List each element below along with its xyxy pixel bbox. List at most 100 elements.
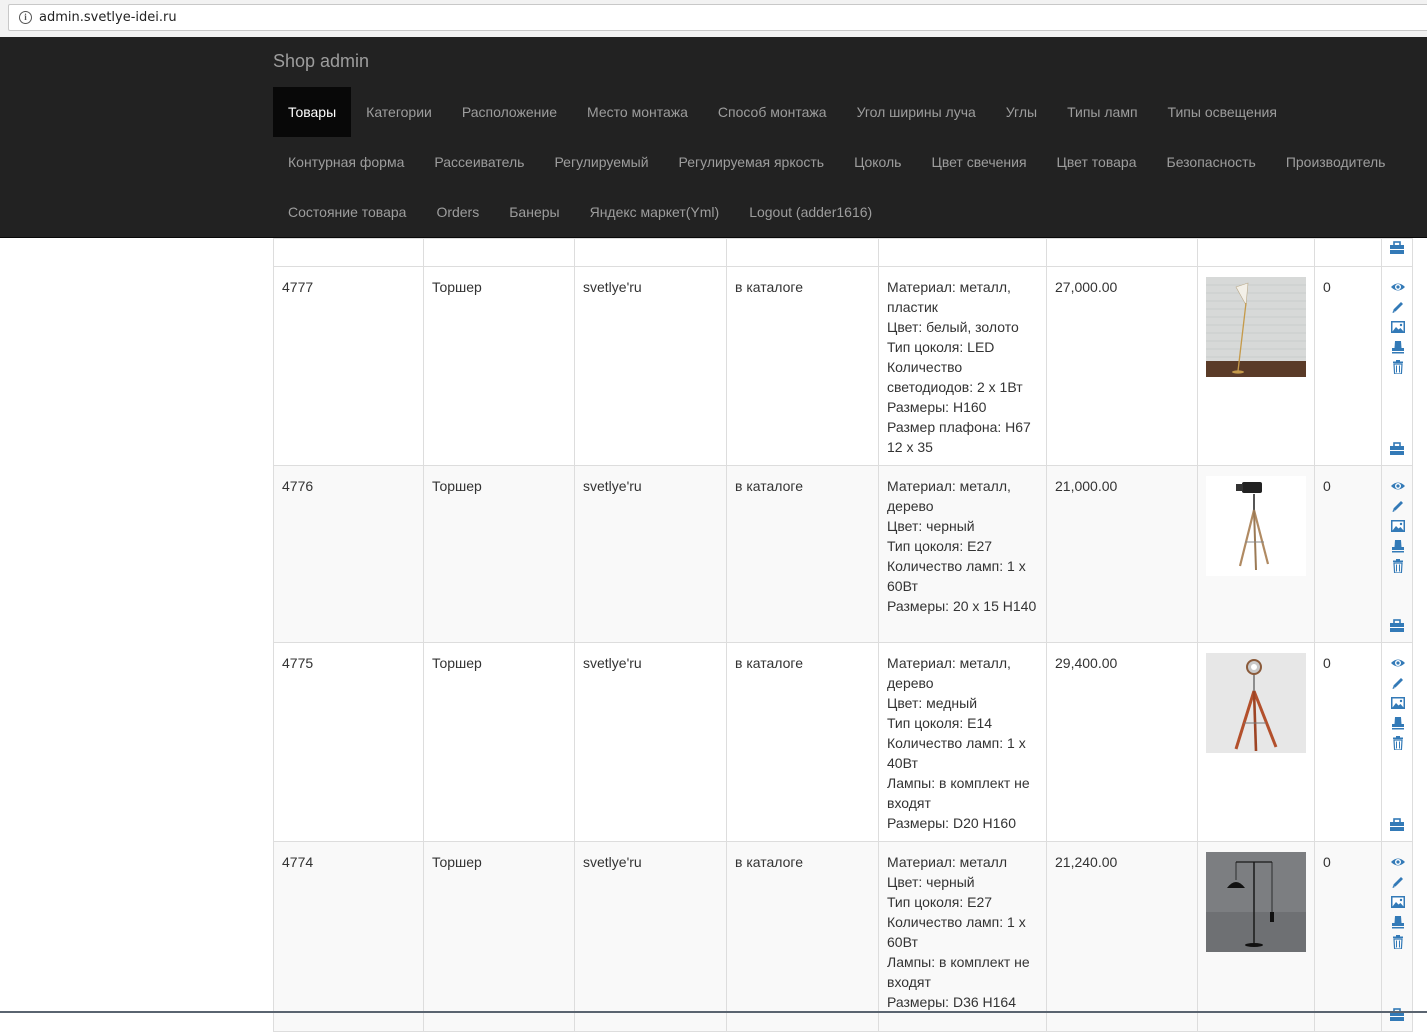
nav-item-15[interactable]: Цвет товара [1042, 137, 1152, 187]
nav-item-16[interactable]: Безопасность [1152, 137, 1271, 187]
nav-item-8[interactable]: Типы освещения [1153, 87, 1292, 137]
url-field[interactable]: i admin.svetlye-idei.ru [8, 4, 1427, 31]
cell-brand: svetlye'ru [574, 642, 727, 842]
cell-id: 4774 [273, 841, 424, 1032]
description-line: светодиодов: 2 x 1Вт [887, 379, 1023, 395]
nav-menu: Товары Категории Расположение Место монтажа… [273, 87, 1427, 237]
product-thumbnail[interactable] [1206, 476, 1306, 576]
trash-icon[interactable] [1390, 558, 1406, 574]
description-line: Тип цоколя: LED [887, 339, 995, 355]
briefcase-icon[interactable] [1389, 1007, 1405, 1021]
nav-item-19[interactable]: Orders [421, 187, 494, 237]
description-line: 60Вт [887, 578, 918, 594]
nav-item-4[interactable]: Способ монтажа [703, 87, 842, 137]
image-icon[interactable] [1390, 695, 1406, 709]
description-line: Размер плафона: H67 [887, 419, 1031, 435]
cell-description: Материал: металл, пластик Цвет: белый, зол… [878, 266, 1047, 466]
trash-icon[interactable] [1390, 934, 1406, 950]
cell-quantity: 0 [1314, 841, 1382, 1032]
nav-item-12[interactable]: Регулируемая яркость [664, 137, 840, 187]
trash-icon[interactable] [1390, 359, 1406, 375]
image-icon[interactable] [1390, 319, 1406, 333]
eye-icon[interactable] [1390, 655, 1406, 669]
nav-item-0[interactable]: Товары [273, 87, 352, 137]
description-line: дерево [887, 498, 934, 514]
image-icon[interactable] [1390, 518, 1406, 532]
description-line: 40Вт [887, 755, 918, 771]
table-row-partial [273, 238, 1413, 267]
nav-item-9[interactable]: Контурная форма [273, 137, 419, 187]
eye-icon[interactable] [1390, 478, 1406, 492]
nav-item-1[interactable]: Категории [351, 87, 447, 137]
cell-description: Материал: металл Цвет: черный Тип цоколя: … [878, 841, 1047, 1032]
pencil-icon[interactable] [1390, 299, 1406, 313]
nav-item-20[interactable]: Банеры [494, 187, 574, 237]
nav-item-22[interactable]: Logout (adder1616) [734, 187, 887, 237]
description-line: Размеры: 20 x 15 H140 [887, 598, 1037, 614]
brand-title[interactable]: Shop admin [273, 51, 369, 72]
cell-actions [1381, 465, 1413, 643]
description-line: входят [887, 974, 931, 990]
stamp-icon[interactable] [1390, 339, 1406, 354]
cell-description: Материал: металл, дерево Цвет: черный Тип ц… [878, 465, 1047, 643]
stamp-icon[interactable] [1390, 538, 1406, 553]
table-row: 4774 Торшер svetlye'ru в каталоге Материал: … [273, 841, 1413, 1032]
pencil-icon[interactable] [1390, 874, 1406, 888]
image-icon[interactable] [1390, 894, 1406, 908]
pencil-icon[interactable] [1390, 675, 1406, 689]
briefcase-icon[interactable] [1389, 618, 1405, 632]
info-icon[interactable]: i [19, 11, 32, 24]
cell-brand: svetlye'ru [574, 266, 727, 466]
description-line: Размеры: H160 [887, 399, 987, 415]
description-line: дерево [887, 675, 934, 691]
description-line: Цвет: черный [887, 518, 975, 534]
cell-price: 21,000.00 [1046, 465, 1198, 643]
nav-item-14[interactable]: Цвет свечения [916, 137, 1041, 187]
nav-item-18[interactable]: Состояние товара [273, 187, 421, 237]
cell-image [1197, 841, 1315, 1032]
nav-item-6[interactable]: Углы [991, 87, 1052, 137]
nav-item-13[interactable]: Цоколь [839, 137, 916, 187]
product-thumbnail[interactable] [1206, 852, 1306, 952]
nav-item-3[interactable]: Место монтажа [572, 87, 703, 137]
nav-item-5[interactable]: Угол ширины луча [842, 87, 991, 137]
cell-image [1197, 266, 1315, 466]
nav-item-10[interactable]: Рассеиватель [419, 137, 539, 187]
briefcase-icon[interactable] [1389, 441, 1405, 455]
description-line: Лампы: в комплект не [887, 775, 1030, 791]
nav-item-7[interactable]: Типы ламп [1052, 87, 1152, 137]
description-line: Цвет: белый, золото [887, 319, 1019, 335]
nav-item-17[interactable]: Производитель [1271, 137, 1401, 187]
eye-icon[interactable] [1390, 279, 1406, 293]
cell-price: 27,000.00 [1046, 266, 1198, 466]
browser-address-bar: i admin.svetlye-idei.ru [0, 0, 1427, 37]
eye-icon[interactable] [1390, 854, 1406, 868]
cell-name: Торшер [423, 266, 575, 466]
description-line: входят [887, 795, 931, 811]
description-line: Материал: металл, [887, 279, 1011, 295]
nav-item-21[interactable]: Яндекс маркет(Yml) [575, 187, 735, 237]
cell-brand: svetlye'ru [574, 465, 727, 643]
cell-status: в каталоге [726, 465, 879, 643]
pencil-icon[interactable] [1390, 498, 1406, 512]
cell-id: 4776 [273, 465, 424, 643]
cell-name: Торшер [423, 841, 575, 1032]
description-line: Цвет: медный [887, 695, 978, 711]
table-row: 4776 Торшер svetlye'ru в каталоге Материал: … [273, 465, 1413, 643]
briefcase-icon[interactable] [1389, 817, 1405, 831]
stamp-icon[interactable] [1390, 715, 1406, 730]
product-thumbnail[interactable] [1206, 277, 1306, 377]
trash-icon[interactable] [1390, 735, 1406, 751]
cell-name: Торшер [423, 642, 575, 842]
description-line: пластик [887, 299, 938, 315]
stamp-icon[interactable] [1390, 914, 1406, 929]
cell-quantity: 0 [1314, 465, 1382, 643]
cell-quantity: 0 [1314, 266, 1382, 466]
nav-item-11[interactable]: Регулируемый [539, 137, 663, 187]
product-thumbnail[interactable] [1206, 653, 1306, 753]
briefcase-icon[interactable] [1389, 241, 1405, 255]
description-line: Материал: металл, [887, 478, 1011, 494]
description-line: Лампы: в комплект не [887, 954, 1030, 970]
nav-item-2[interactable]: Расположение [447, 87, 572, 137]
description-line: Размеры: D20 H160 [887, 815, 1017, 831]
